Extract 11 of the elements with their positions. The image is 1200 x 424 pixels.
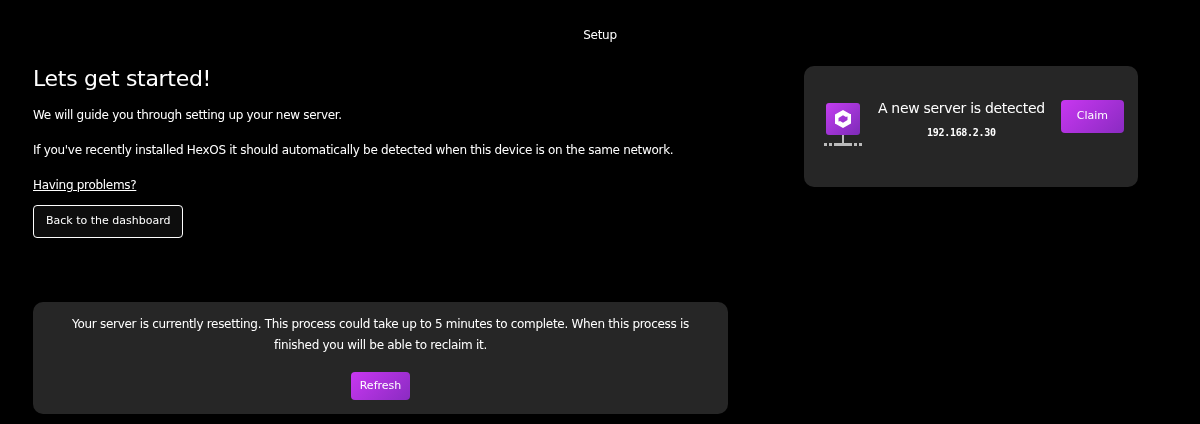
intro-text: If you've recently installed HexOS it should automatically be detected when this device is on the same network. [33,142,675,160]
server-title: A new server is detected [876,98,1046,118]
page-title: Setup [583,28,617,42]
claim-button[interactable]: Claim [1060,100,1124,133]
intro-text: We will guide you through setting up your new server. [33,107,343,125]
ip-address: 192.168.2.30 [926,125,997,140]
heading: Lets get started! [33,66,213,93]
refresh-button[interactable]: Refresh [350,371,411,401]
back-button[interactable]: Back to the dashboard [33,205,184,238]
notice-text: Your server is currently resetting. This process could take up to 5 minutes to complete. When this process is finished you will be able to reclaim it. [71,315,690,354]
help-link[interactable]: Having problems? [33,178,137,193]
